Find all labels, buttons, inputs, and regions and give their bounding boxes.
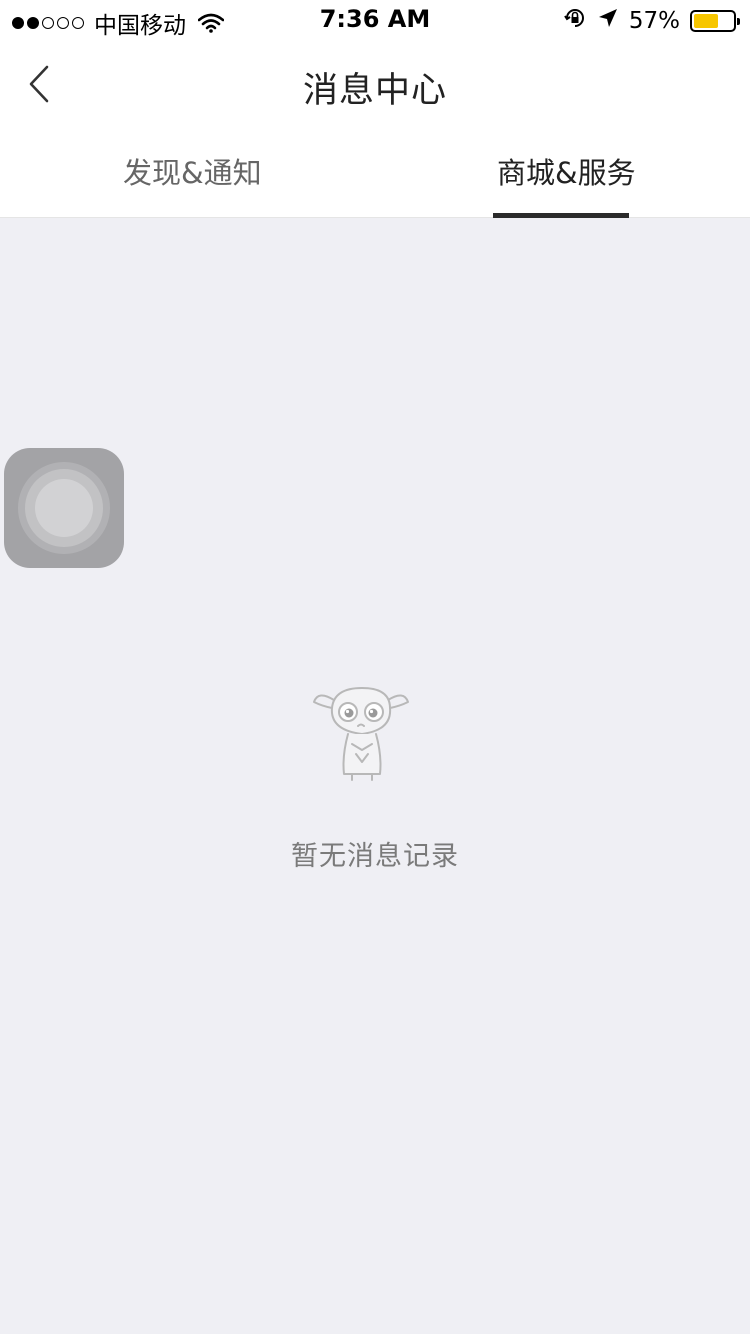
battery-icon <box>690 10 740 32</box>
empty-state-message: 暂无消息记录 <box>291 841 459 872</box>
tab-bar: 发现&通知 商城&服务 <box>0 128 750 218</box>
active-tab-indicator <box>493 213 629 218</box>
page-title: 消息中心 <box>302 71 447 111</box>
sad-mascot-illustration <box>313 687 409 781</box>
status-right: 57% <box>563 6 740 36</box>
location-arrow-icon <box>597 7 619 35</box>
tab-discover-notifications[interactable]: 发现&通知 <box>123 150 262 192</box>
battery-fill <box>694 14 718 28</box>
tab-mall-services[interactable]: 商城&服务 <box>497 150 636 192</box>
nav-bar: 消息中心 <box>0 40 750 128</box>
battery-percent: 57% <box>628 8 680 34</box>
screen: 中国移动 7:36 AM 57% 消息中心 发现&通知 商城&服务 暂无消息记录 <box>0 0 750 1334</box>
assistive-touch-icon <box>18 462 110 554</box>
status-bar: 中国移动 7:36 AM 57% <box>0 0 750 40</box>
rotation-lock-icon <box>563 6 587 36</box>
assistive-touch-button[interactable] <box>4 448 124 568</box>
